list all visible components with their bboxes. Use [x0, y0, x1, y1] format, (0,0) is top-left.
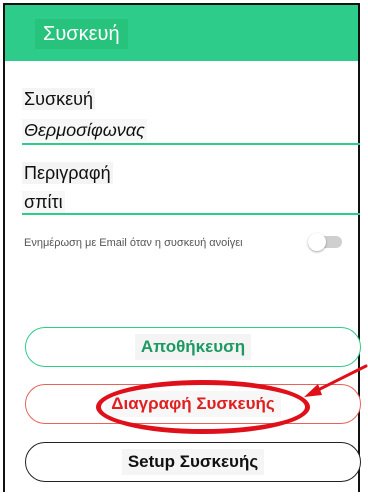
setup-device-button-label: Setup Συσκευής: [121, 449, 265, 475]
app-header: Συσκευή: [5, 5, 358, 61]
delete-device-button-label: Διαγραφή Συσκευής: [105, 391, 281, 417]
save-button-label: Αποθήκευση: [134, 334, 252, 360]
setup-device-button[interactable]: Setup Συσκευής: [25, 442, 361, 482]
description-field[interactable]: σπίτι: [22, 191, 65, 213]
device-field[interactable]: Θερμοσίφωνας: [22, 119, 147, 141]
save-button[interactable]: Αποθήκευση: [25, 327, 361, 367]
delete-device-button[interactable]: Διαγραφή Συσκευής: [25, 384, 361, 424]
email-toggle[interactable]: [308, 233, 344, 251]
description-label: Περιγραφή: [22, 162, 113, 184]
email-toggle-label: Ενημέρωση με Email όταν η συσκευή ανοίγε…: [24, 237, 243, 249]
header-title: Συσκευή: [35, 19, 128, 49]
description-field-underline: [22, 213, 360, 215]
device-field-underline: [22, 143, 360, 145]
device-label: Συσκευή: [22, 88, 95, 110]
toggle-knob: [308, 233, 326, 251]
